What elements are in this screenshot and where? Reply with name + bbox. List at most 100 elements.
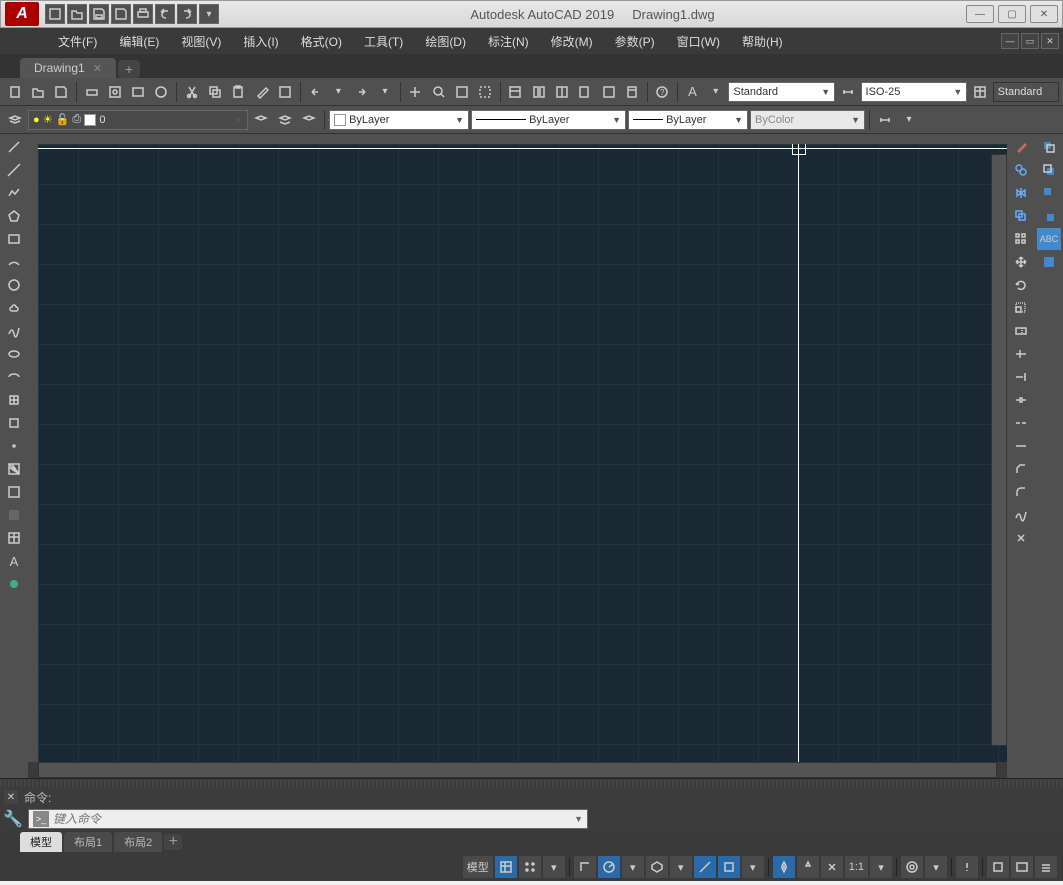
cmd-close-icon[interactable]: ✕ bbox=[4, 790, 18, 804]
hatch-icon[interactable] bbox=[2, 458, 26, 480]
construction-line-icon[interactable] bbox=[2, 159, 26, 181]
make-block-icon[interactable] bbox=[2, 412, 26, 434]
sheetset-icon[interactable] bbox=[575, 81, 596, 103]
layer-dropdown[interactable]: ● ☀ 🔓 ⎙ 0 ▼ bbox=[28, 110, 248, 130]
circle-icon[interactable] bbox=[2, 274, 26, 296]
save-file-icon[interactable] bbox=[51, 81, 72, 103]
mdi-close[interactable]: ✕ bbox=[1041, 33, 1059, 49]
print-icon[interactable] bbox=[133, 4, 153, 24]
customize-icon[interactable] bbox=[1035, 856, 1057, 878]
menu-modify[interactable]: 修改(M) bbox=[547, 31, 597, 52]
osnap-dd-icon[interactable]: ▾ bbox=[742, 856, 764, 878]
trim-icon[interactable] bbox=[1009, 343, 1033, 365]
text-style-dropdown[interactable]: Standard▼ bbox=[728, 82, 835, 102]
break-icon[interactable] bbox=[1009, 412, 1033, 434]
grid-toggle-icon[interactable] bbox=[495, 856, 517, 878]
qat-dropdown-icon[interactable]: ▾ bbox=[199, 4, 219, 24]
layout-tab-1[interactable]: 布局1 bbox=[64, 832, 112, 852]
minimize-button[interactable]: — bbox=[966, 5, 994, 23]
new-icon[interactable] bbox=[45, 4, 65, 24]
vertical-scrollbar[interactable] bbox=[991, 154, 1007, 746]
app-logo[interactable]: A bbox=[5, 2, 39, 26]
save-icon[interactable] bbox=[89, 4, 109, 24]
mdi-restore[interactable]: ▭ bbox=[1021, 33, 1039, 49]
menu-dimension[interactable]: 标注(N) bbox=[484, 31, 533, 52]
menu-format[interactable]: 格式(O) bbox=[297, 31, 346, 52]
preview-icon[interactable] bbox=[104, 81, 125, 103]
table-icon[interactable] bbox=[2, 527, 26, 549]
rectangle-icon[interactable] bbox=[2, 228, 26, 250]
open-icon[interactable] bbox=[67, 4, 87, 24]
point-icon[interactable] bbox=[2, 435, 26, 457]
toolpalette-icon[interactable] bbox=[551, 81, 572, 103]
menu-tools[interactable]: 工具(T) bbox=[360, 31, 407, 52]
model-space-button[interactable]: 模型 bbox=[463, 856, 493, 878]
join-icon[interactable] bbox=[1009, 435, 1033, 457]
zoomprev-icon[interactable] bbox=[475, 81, 496, 103]
annomonitor-icon[interactable] bbox=[956, 856, 978, 878]
addselected-icon[interactable] bbox=[2, 573, 26, 595]
command-input-wrap[interactable]: >_ ▼ bbox=[28, 809, 588, 829]
menu-edit[interactable]: 编辑(E) bbox=[115, 31, 163, 52]
zoom-icon[interactable] bbox=[428, 81, 449, 103]
dim-style-dropdown[interactable]: ISO-25▼ bbox=[861, 82, 968, 102]
undo-btn-icon[interactable] bbox=[304, 81, 325, 103]
pan-icon[interactable] bbox=[405, 81, 426, 103]
3ddwf-icon[interactable] bbox=[151, 81, 172, 103]
mdi-minimize[interactable]: — bbox=[1001, 33, 1019, 49]
layer-prev-icon[interactable] bbox=[250, 109, 272, 131]
tab-add-button[interactable]: + bbox=[118, 60, 140, 78]
workspace-icon[interactable] bbox=[901, 856, 923, 878]
fillet-icon[interactable] bbox=[1009, 481, 1033, 503]
rotate-icon[interactable] bbox=[1009, 274, 1033, 296]
scale-label[interactable]: 1:1 bbox=[845, 856, 868, 878]
undo-dd-icon[interactable]: ▾ bbox=[328, 81, 349, 103]
menu-insert[interactable]: 插入(I) bbox=[239, 31, 282, 52]
plot-icon[interactable] bbox=[81, 81, 102, 103]
grip-bar[interactable] bbox=[0, 779, 1063, 787]
gradient-icon[interactable] bbox=[2, 481, 26, 503]
ellipse-icon[interactable] bbox=[2, 343, 26, 365]
zoomwin-icon[interactable] bbox=[451, 81, 472, 103]
tablestyle-icon[interactable] bbox=[969, 81, 990, 103]
polygon-icon[interactable] bbox=[2, 205, 26, 227]
dim-dd-icon[interactable]: ▾ bbox=[898, 109, 920, 131]
dimstyle-icon[interactable] bbox=[837, 81, 858, 103]
offset-icon[interactable] bbox=[1009, 205, 1033, 227]
erase-icon[interactable] bbox=[1009, 136, 1033, 158]
ortho-toggle-icon[interactable] bbox=[574, 856, 596, 878]
menu-help[interactable]: 帮助(H) bbox=[738, 31, 787, 52]
command-input[interactable] bbox=[53, 812, 570, 826]
polar-toggle-icon[interactable] bbox=[598, 856, 620, 878]
undo-icon[interactable] bbox=[155, 4, 175, 24]
redo-dd-icon[interactable]: ▾ bbox=[374, 81, 395, 103]
cmd-options-icon[interactable]: 🔧 bbox=[4, 810, 22, 828]
menu-view[interactable]: 视图(V) bbox=[177, 31, 225, 52]
isolate-icon[interactable] bbox=[987, 856, 1009, 878]
polar-dd-icon[interactable]: ▾ bbox=[622, 856, 644, 878]
layout-add-button[interactable]: + bbox=[164, 834, 182, 850]
annoscale-icon[interactable] bbox=[773, 856, 795, 878]
scale-dd-icon[interactable]: ▾ bbox=[870, 856, 892, 878]
open-file-icon[interactable] bbox=[27, 81, 48, 103]
annovis-icon[interactable] bbox=[797, 856, 819, 878]
cmd-dropdown-icon[interactable]: ▼ bbox=[574, 814, 583, 824]
array-icon[interactable] bbox=[1009, 228, 1033, 250]
explode-icon[interactable] bbox=[1009, 527, 1033, 549]
snap-toggle-icon[interactable] bbox=[519, 856, 541, 878]
new-file-icon[interactable] bbox=[4, 81, 25, 103]
arc-icon[interactable] bbox=[2, 251, 26, 273]
copy-obj-icon[interactable] bbox=[1009, 159, 1033, 181]
textstyle-icon[interactable]: A bbox=[682, 81, 703, 103]
menu-window[interactable]: 窗口(W) bbox=[673, 31, 724, 52]
copy-icon[interactable] bbox=[204, 81, 225, 103]
annoauto-icon[interactable] bbox=[821, 856, 843, 878]
menu-parametric[interactable]: 参数(P) bbox=[611, 31, 659, 52]
cleanscreen-icon[interactable] bbox=[1011, 856, 1033, 878]
color-dropdown[interactable]: ByLayer ▼ bbox=[329, 110, 469, 130]
blockeditor-icon[interactable] bbox=[274, 81, 295, 103]
revision-cloud-icon[interactable] bbox=[2, 297, 26, 319]
stretch-icon[interactable] bbox=[1009, 320, 1033, 342]
dim-linear-icon[interactable] bbox=[874, 109, 896, 131]
saveas-icon[interactable] bbox=[111, 4, 131, 24]
